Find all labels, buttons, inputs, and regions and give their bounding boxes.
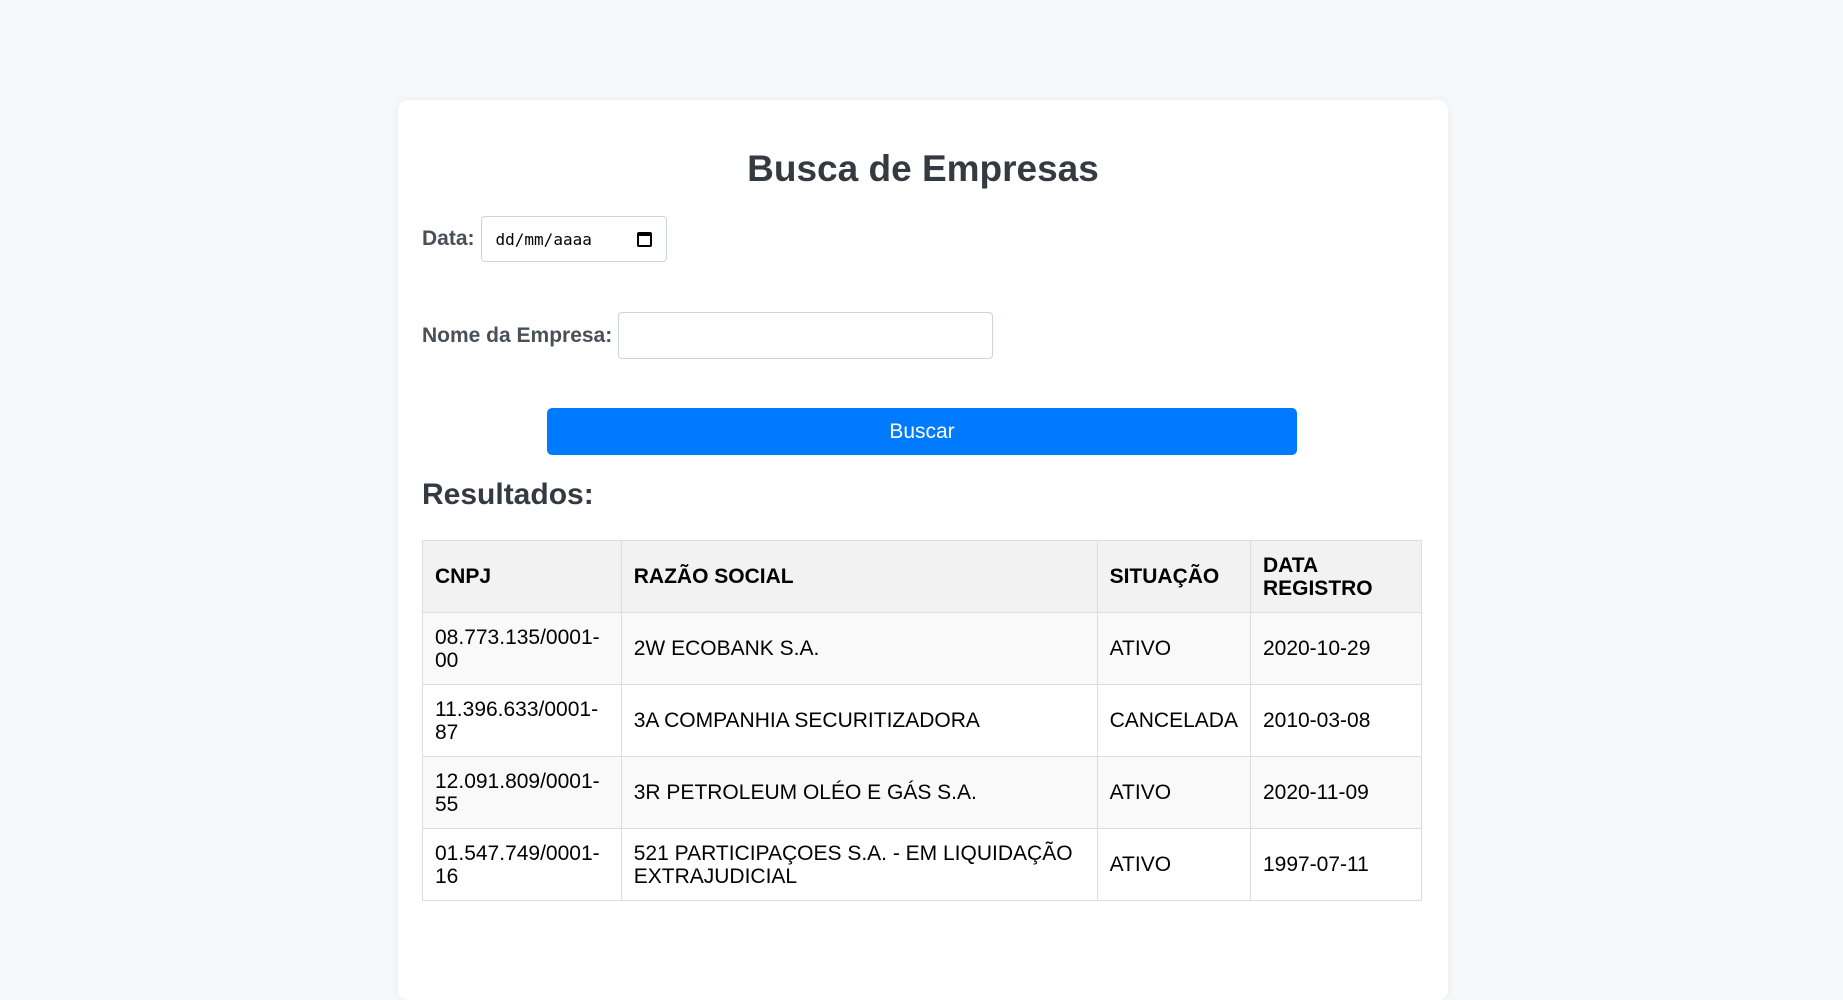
company-name-input[interactable] [618, 312, 994, 359]
results-table: CNPJ RAZÃO SOCIAL SITUAÇÃO DATA REGISTRO… [422, 540, 1423, 901]
date-input[interactable]: dd/mm/aaaa [480, 216, 667, 262]
results-heading: Resultados: [422, 478, 594, 511]
cell-razao-social: 3R PETROLEUM OLÉO E GÁS S.A. [620, 756, 1098, 829]
cell-data-registro: 1997-07-11 [1249, 828, 1423, 901]
cell-cnpj: 01.547.749/0001-16 [422, 828, 622, 901]
date-placeholder: dd/mm/aaaa [495, 229, 592, 249]
search-button[interactable]: Buscar [547, 408, 1297, 455]
cell-cnpj: 11.396.633/0001-87 [422, 684, 622, 757]
company-name-row: Nome da Empresa: [422, 312, 994, 359]
table-row[interactable]: 08.773.135/0001-00 2W ECOBANK S.A. ATIVO… [422, 612, 1423, 685]
cell-data-registro: 2020-10-29 [1249, 612, 1423, 685]
calendar-icon[interactable] [636, 231, 652, 247]
cell-cnpj: 08.773.135/0001-00 [422, 612, 622, 685]
search-card: Busca de Empresas Data: dd/mm/aaaa Nome … [398, 100, 1448, 1000]
column-header-razao-social[interactable]: RAZÃO SOCIAL [620, 540, 1098, 613]
column-header-data-registro[interactable]: DATA REGISTRO [1249, 540, 1423, 613]
cell-situacao: ATIVO [1096, 828, 1251, 901]
date-label: Data: [422, 227, 475, 250]
cell-cnpj: 12.091.809/0001-55 [422, 756, 622, 829]
company-name-label: Nome da Empresa: [422, 323, 613, 347]
table-row[interactable]: 12.091.809/0001-55 3R PETROLEUM OLÉO E G… [422, 756, 1423, 829]
cell-razao-social: 3A COMPANHIA SECURITIZADORA [620, 684, 1098, 757]
table-row[interactable]: 01.547.749/0001-16 521 PARTICIPAÇOES S.A… [422, 828, 1423, 901]
cell-situacao: ATIVO [1096, 756, 1251, 829]
table-row[interactable]: 11.396.633/0001-87 3A COMPANHIA SECURITI… [422, 684, 1423, 757]
cell-razao-social: 2W ECOBANK S.A. [620, 612, 1098, 685]
cell-razao-social: 521 PARTICIPAÇOES S.A. - EM LIQUIDAÇÃO E… [620, 828, 1098, 901]
column-header-cnpj[interactable]: CNPJ [422, 540, 622, 613]
cell-situacao: ATIVO [1096, 612, 1251, 685]
cell-data-registro: 2020-11-09 [1249, 756, 1423, 829]
page-title: Busca de Empresas [747, 148, 1099, 189]
cell-data-registro: 2010-03-08 [1249, 684, 1423, 757]
column-header-situacao[interactable]: SITUAÇÃO [1096, 540, 1251, 613]
cell-situacao: CANCELADA [1096, 684, 1251, 757]
table-header-row: CNPJ RAZÃO SOCIAL SITUAÇÃO DATA REGISTRO [422, 540, 1423, 613]
date-field-row: Data: dd/mm/aaaa [422, 216, 667, 262]
